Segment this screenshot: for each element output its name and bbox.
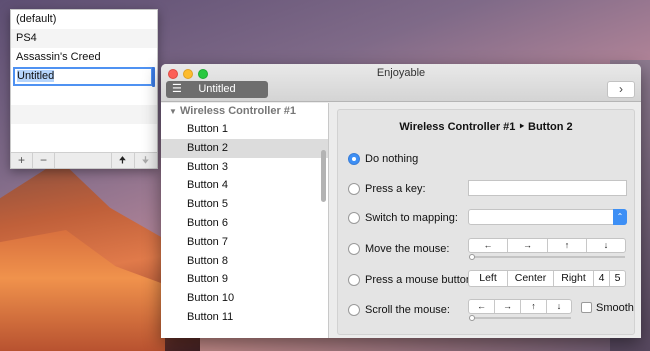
next-button[interactable]: ›: [607, 81, 635, 98]
sidebar-item-button-3[interactable]: Button 3: [161, 158, 328, 177]
scroll-speed-knob[interactable]: [469, 315, 475, 321]
mouse-button-control[interactable]: Left Center Right 4 5: [468, 270, 626, 287]
title-bar: Enjoyable ☰ Untitled ›: [161, 64, 641, 102]
sidebar-item-button-1[interactable]: Button 1: [161, 120, 328, 139]
option-scroll-mouse[interactable]: Scroll the mouse:: [348, 302, 450, 318]
window-title: Enjoyable: [376, 67, 426, 79]
mouse-button-5[interactable]: 5: [610, 271, 625, 286]
sidebar-item-button-9[interactable]: Button 9: [161, 270, 328, 289]
option-switch-mapping[interactable]: Switch to mapping:: [348, 210, 458, 226]
sidebar-item-button-5[interactable]: Button 5: [161, 195, 328, 214]
scroll-down-segment[interactable]: ↓: [547, 300, 571, 313]
mouse-direction-control[interactable]: ← → ↑ ↓: [468, 238, 626, 253]
sidebar-item-button-10[interactable]: Button 10: [161, 289, 328, 308]
empty-row: [11, 105, 157, 124]
mapping-item[interactable]: (default): [11, 10, 157, 29]
option-do-nothing[interactable]: Do nothing: [348, 151, 418, 167]
move-down-button[interactable]: 🠋: [134, 153, 156, 168]
move-up-button[interactable]: 🠉: [111, 153, 133, 168]
mouse-right-segment[interactable]: →: [508, 239, 548, 252]
move-mouse-radio[interactable]: [348, 243, 360, 255]
mapping-list-toggle-button[interactable]: ☰ Untitled: [166, 81, 268, 98]
mappings-toolbar: + − 🠉 🠋: [11, 152, 157, 168]
disclosure-triangle-icon[interactable]: ▼: [169, 107, 177, 116]
mouse-button-left[interactable]: Left: [469, 271, 508, 286]
sidebar-item-button-8[interactable]: Button 8: [161, 252, 328, 271]
chevron-updown-icon: ⌃: [613, 209, 627, 225]
mouse-button-center[interactable]: Center: [508, 271, 554, 286]
scroll-direction-control[interactable]: ← → ↑ ↓: [468, 299, 572, 314]
mouse-button-4[interactable]: 4: [594, 271, 610, 286]
mouse-left-segment[interactable]: ←: [469, 239, 508, 252]
mapping-item-selected[interactable]: Untitled: [13, 67, 153, 86]
smooth-checkbox[interactable]: [581, 302, 592, 313]
add-mapping-button[interactable]: +: [11, 153, 33, 168]
press-mouse-button-radio[interactable]: [348, 274, 360, 286]
scroll-up-segment[interactable]: ↑: [521, 300, 547, 313]
scroll-mouse-radio[interactable]: [348, 304, 360, 316]
sidebar-item-button-7[interactable]: Button 7: [161, 233, 328, 252]
sidebar-item-button-6[interactable]: Button 6: [161, 214, 328, 233]
controller-group-header[interactable]: ▼ Wireless Controller #1: [161, 103, 328, 120]
key-input[interactable]: [468, 180, 627, 196]
panel-title: Wireless Controller #1 ‣ Button 2: [399, 121, 573, 133]
sidebar-item-button-2[interactable]: Button 2: [161, 138, 328, 158]
mapping-item[interactable]: Assassin's Creed: [11, 48, 157, 67]
empty-row: [11, 86, 157, 105]
option-press-mouse-button[interactable]: Press a mouse button:: [348, 272, 475, 288]
sidebar-item-button-11[interactable]: Button 11: [161, 308, 328, 327]
enjoyable-window: Enjoyable ☰ Untitled › ▼ Wireless Contro…: [161, 64, 641, 338]
switch-mapping-radio[interactable]: [348, 212, 360, 224]
mouse-up-segment[interactable]: ↑: [548, 239, 587, 252]
mouse-down-segment[interactable]: ↓: [587, 239, 625, 252]
sidebar-scrollbar[interactable]: [321, 150, 326, 202]
scroll-left-segment[interactable]: ←: [469, 300, 495, 313]
remove-mapping-button[interactable]: −: [33, 153, 55, 168]
option-press-key[interactable]: Press a key:: [348, 181, 426, 197]
scroll-speed-slider[interactable]: [470, 317, 571, 319]
mapping-item[interactable]: PS4: [11, 29, 157, 48]
option-move-mouse[interactable]: Move the mouse:: [348, 241, 449, 257]
press-key-radio[interactable]: [348, 183, 360, 195]
sidebar-item-button-4[interactable]: Button 4: [161, 176, 328, 195]
mouse-speed-knob[interactable]: [469, 254, 475, 260]
current-mapping-label: Untitled: [198, 83, 236, 95]
action-panel: Wireless Controller #1 ‣ Button 2 Do not…: [337, 109, 635, 335]
scroll-right-segment[interactable]: →: [495, 300, 521, 313]
mappings-panel: (default) PS4 Assassin's Creed Untitled …: [10, 9, 158, 169]
mappings-scroll-indicator[interactable]: [152, 67, 155, 87]
mouse-button-right[interactable]: Right: [554, 271, 594, 286]
mapping-select[interactable]: ⌃: [468, 209, 627, 225]
smooth-label: Smooth: [596, 302, 634, 314]
empty-row: [11, 124, 157, 143]
do-nothing-radio[interactable]: [348, 153, 360, 165]
mouse-speed-slider[interactable]: [470, 256, 625, 258]
mapping-name-field[interactable]: Untitled: [17, 70, 55, 82]
controller-sidebar: ▼ Wireless Controller #1 Button 1 Button…: [161, 103, 329, 338]
